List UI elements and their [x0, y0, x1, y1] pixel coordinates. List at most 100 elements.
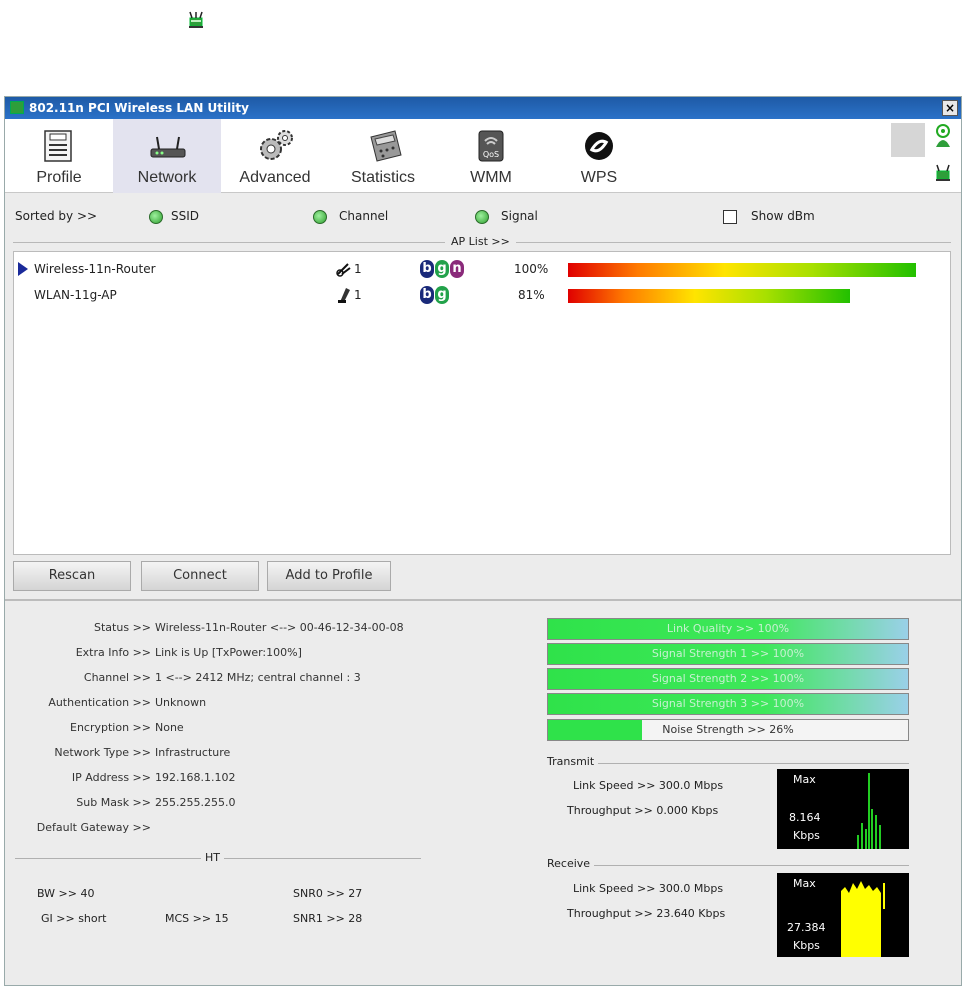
tx-link-speed: Link Speed >> 300.0 Mbps [573, 779, 724, 792]
gears-icon [260, 130, 293, 160]
rx-graph-plot [841, 881, 885, 957]
authentication-label: Authentication >> [48, 696, 151, 709]
sort-channel-label: Channel [339, 209, 389, 223]
tab-wps-label: WPS [580, 169, 618, 186]
default-gateway-label: Default Gateway >> [36, 821, 151, 834]
rx-graph-max: Max [793, 877, 816, 890]
window-title: 802.11n PCI Wireless LAN Utility [29, 101, 249, 115]
show-dbm-label: Show dBm [751, 209, 815, 223]
signal-strength-3-text: Signal Strength 3 >> 100% [651, 697, 805, 710]
adapter-icon[interactable] [933, 163, 953, 186]
ap-signal: 81% [518, 288, 545, 302]
mode-g-badge: g [435, 286, 449, 304]
tx-throughput: Throughput >> 0.000 Kbps [567, 804, 719, 817]
ap-list-header: AP List >> [445, 235, 516, 248]
noise-strength-bar: Noise Strength >> 26% [547, 719, 909, 741]
rx-link-speed: Link Speed >> 300.0 Mbps [573, 882, 724, 895]
bw-value: BW >> 40 [37, 887, 95, 900]
section-separator [5, 599, 961, 601]
ap-signal: 100% [514, 262, 549, 276]
status-label: Status >> [94, 621, 151, 634]
profile-icon [44, 130, 72, 162]
rx-graph-value: 27.384 [787, 921, 826, 934]
ap-channel: 1 [354, 262, 362, 276]
mode-b-badge: b [420, 260, 434, 278]
sort-signal-radio[interactable] [475, 210, 489, 224]
sort-ssid-label: SSID [171, 209, 200, 223]
sort-ssid-radio[interactable] [149, 210, 163, 224]
mode-b-badge: b [420, 286, 434, 304]
signal-strength-1-text: Signal Strength 1 >> 100% [651, 647, 805, 660]
ap-row[interactable]: WLAN-11g-AP 1 bg 81% [14, 286, 950, 308]
channel-value: 1 <--> 2412 MHz; central channel : 3 [155, 671, 361, 684]
tx-graph: Max 8.164 Kbps [777, 769, 909, 849]
sub-mask-label: Sub Mask >> [76, 796, 151, 809]
router-icon [150, 136, 186, 158]
transmit-divider [547, 763, 909, 764]
tx-graph-value: 8.164 [789, 811, 821, 824]
selected-arrow-icon [18, 262, 28, 276]
tab-statistics[interactable]: Statistics [329, 119, 437, 193]
ap-ssid: Wireless-11n-Router [34, 262, 156, 276]
ap-list[interactable]: Wireless-11n-Router 1 bgn 100% WLAN-11g-… [13, 251, 951, 555]
tab-network[interactable]: Network [113, 119, 221, 193]
rx-throughput: Throughput >> 23.640 Kbps [567, 907, 726, 920]
access-point-mini-icon [338, 288, 350, 303]
sort-signal-label: Signal [501, 209, 538, 223]
gi-value: GI >> short [41, 912, 107, 925]
tab-statistics-label: Statistics [350, 169, 415, 186]
signal-strength-2-bar: Signal Strength 2 >> 100% [547, 668, 909, 690]
tab-advanced-label: Advanced [239, 169, 311, 186]
wps-icon [585, 132, 613, 160]
encryption-label: Encryption >> [70, 721, 151, 734]
title-bar: 802.11n PCI Wireless LAN Utility × [5, 97, 961, 119]
tab-advanced[interactable]: Advanced [221, 119, 329, 193]
ap-signal-bar [568, 289, 850, 303]
tab-profile-label: Profile [36, 169, 82, 186]
tx-graph-unit: Kbps [793, 829, 820, 842]
authentication-value: Unknown [155, 696, 207, 709]
rx-graph-unit: Kbps [793, 939, 820, 952]
signal-strength-2-text: Signal Strength 2 >> 100% [651, 672, 805, 685]
transmit-title: Transmit [543, 755, 599, 768]
ip-address-label: IP Address >> [71, 771, 151, 784]
tab-profile[interactable]: Profile [5, 119, 113, 193]
show-dbm-checkbox[interactable] [723, 210, 737, 224]
utility-window: 802.11n PCI Wireless LAN Utility × Profi… [4, 96, 962, 986]
signal-strength-1-bar: Signal Strength 1 >> 100% [547, 643, 909, 665]
rescan-button[interactable]: Rescan [13, 561, 131, 591]
ap-signal-bar [568, 263, 916, 277]
close-button[interactable]: × [942, 100, 958, 116]
ip-address-value: 192.168.1.102 [155, 771, 236, 784]
sub-mask-value: 255.255.255.0 [155, 796, 236, 809]
connect-button[interactable]: Connect [141, 561, 259, 591]
tab-wmm[interactable]: QoS WMM [437, 119, 545, 193]
tx-graph-max: Max [793, 773, 816, 786]
add-to-profile-button[interactable]: Add to Profile [267, 561, 391, 591]
status-value: Wireless-11n-Router <--> 00-46-12-34-00-… [155, 621, 404, 634]
mode-n-badge: n [450, 260, 464, 278]
wmm-qos-icon: QoS [478, 130, 504, 162]
router-mini-icon [336, 263, 351, 277]
tab-network-label: Network [137, 169, 197, 186]
tray-wireless-icon[interactable] [186, 10, 206, 30]
side-panel-box [891, 123, 925, 157]
ap-row[interactable]: Wireless-11n-Router 1 bgn 100% [14, 260, 950, 282]
receive-divider [547, 865, 909, 866]
svg-text:QoS: QoS [483, 150, 499, 159]
calculator-icon [370, 130, 402, 162]
signal-strength-3-bar: Signal Strength 3 >> 100% [547, 693, 909, 715]
tab-wps[interactable]: WPS [545, 119, 653, 193]
sort-channel-radio[interactable] [313, 210, 327, 224]
user-status-icon[interactable] [933, 123, 953, 152]
sorted-by-label: Sorted by >> [15, 209, 98, 223]
ap-modes: bgn [420, 260, 465, 278]
network-type-label: Network Type >> [54, 746, 151, 759]
network-type-value: Infrastructure [155, 746, 231, 759]
ap-modes: bg [420, 286, 450, 304]
ap-channel: 1 [354, 288, 362, 302]
link-quality-text: Link Quality >> 100% [666, 622, 790, 635]
noise-strength-fill [548, 720, 642, 740]
extra-info-label: Extra Info >> [75, 646, 151, 659]
tx-graph-plot [857, 773, 881, 849]
